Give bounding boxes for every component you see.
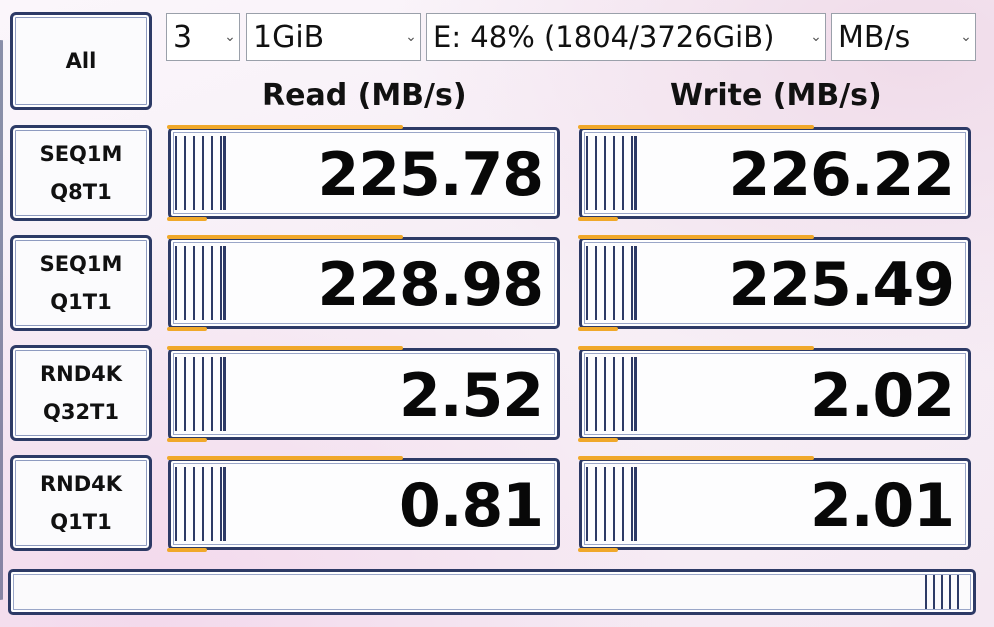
- test-label-line2: Q1T1: [50, 290, 112, 314]
- write-result-panel: 2.01: [578, 456, 971, 552]
- accent-bar: [167, 217, 207, 221]
- write-result-value: 225.49: [728, 250, 955, 320]
- drive-select[interactable]: E: 48% (1804/3726GiB) ⌄: [426, 13, 826, 61]
- comment-field[interactable]: [8, 569, 976, 615]
- read-result-value: 228.98: [317, 250, 544, 320]
- write-result-value: 226.22: [728, 140, 955, 210]
- meter-graphic: [175, 136, 226, 210]
- accent-bar: [167, 125, 403, 129]
- accent-bar: [578, 346, 814, 350]
- read-result-panel: 0.81: [167, 456, 560, 552]
- accent-bar: [578, 438, 618, 442]
- meter-graphic: [175, 357, 226, 431]
- read-result-value: 225.78: [317, 140, 544, 210]
- test-label-line1: RND4K: [39, 362, 123, 386]
- test-count-select[interactable]: 3 ⌄: [166, 13, 240, 61]
- write-column-header: Write (MB/s): [670, 78, 882, 113]
- accent-bar: [167, 235, 403, 239]
- accent-bar: [167, 346, 403, 350]
- write-result-panel: 226.22: [578, 125, 971, 221]
- write-result-value: 2.02: [809, 361, 955, 431]
- meter-graphic: [175, 246, 226, 320]
- accent-bar: [167, 548, 207, 552]
- read-result-panel: 225.78: [167, 125, 560, 221]
- test-button-seq1m-q1t1[interactable]: SEQ1M Q1T1: [10, 235, 152, 331]
- accent-bar: [578, 235, 814, 239]
- test-size-select[interactable]: 1GiB ⌄: [246, 13, 421, 61]
- accent-bar: [167, 438, 207, 442]
- drive-value: E: 48% (1804/3726GiB): [433, 20, 775, 54]
- run-all-button[interactable]: All: [10, 12, 152, 110]
- read-result-value: 2.52: [398, 361, 544, 431]
- meter-graphic: [586, 246, 637, 320]
- meter-graphic: [925, 575, 965, 609]
- test-count-value: 3: [173, 19, 193, 55]
- test-size-value: 1GiB: [253, 19, 325, 55]
- read-result-panel: 228.98: [167, 235, 560, 331]
- chevron-down-icon: ⌄: [810, 29, 822, 45]
- accent-bar: [167, 456, 403, 460]
- run-all-label: All: [65, 49, 97, 73]
- read-result-panel: 2.52: [167, 346, 560, 442]
- accent-bar: [578, 125, 814, 129]
- accent-bar: [578, 327, 618, 331]
- accent-bar: [578, 217, 618, 221]
- test-button-seq1m-q8t1[interactable]: SEQ1M Q8T1: [10, 125, 152, 221]
- unit-value: MB/s: [838, 19, 911, 55]
- read-result-value: 0.81: [398, 471, 544, 541]
- meter-graphic: [586, 357, 637, 431]
- test-label-line2: Q8T1: [50, 180, 112, 204]
- accent-bar: [167, 327, 207, 331]
- test-label-line1: SEQ1M: [39, 142, 123, 166]
- chevron-down-icon: ⌄: [405, 29, 417, 45]
- chevron-down-icon: ⌄: [224, 29, 236, 45]
- test-button-rnd4k-q32t1[interactable]: RND4K Q32T1: [10, 345, 152, 441]
- meter-graphic: [586, 136, 637, 210]
- test-label-line1: SEQ1M: [39, 252, 123, 276]
- test-label-line2: Q1T1: [50, 510, 112, 534]
- write-result-value: 2.01: [809, 471, 955, 541]
- meter-graphic: [175, 467, 226, 541]
- chevron-down-icon: ⌄: [960, 29, 972, 45]
- read-column-header: Read (MB/s): [262, 78, 467, 113]
- accent-bar: [578, 456, 814, 460]
- write-result-panel: 225.49: [578, 235, 971, 331]
- test-label-line1: RND4K: [39, 472, 123, 496]
- test-button-rnd4k-q1t1[interactable]: RND4K Q1T1: [10, 455, 152, 551]
- test-label-line2: Q32T1: [42, 400, 119, 424]
- meter-graphic: [586, 467, 637, 541]
- write-result-panel: 2.02: [578, 346, 971, 442]
- unit-select[interactable]: MB/s ⌄: [831, 13, 976, 61]
- accent-bar: [578, 548, 618, 552]
